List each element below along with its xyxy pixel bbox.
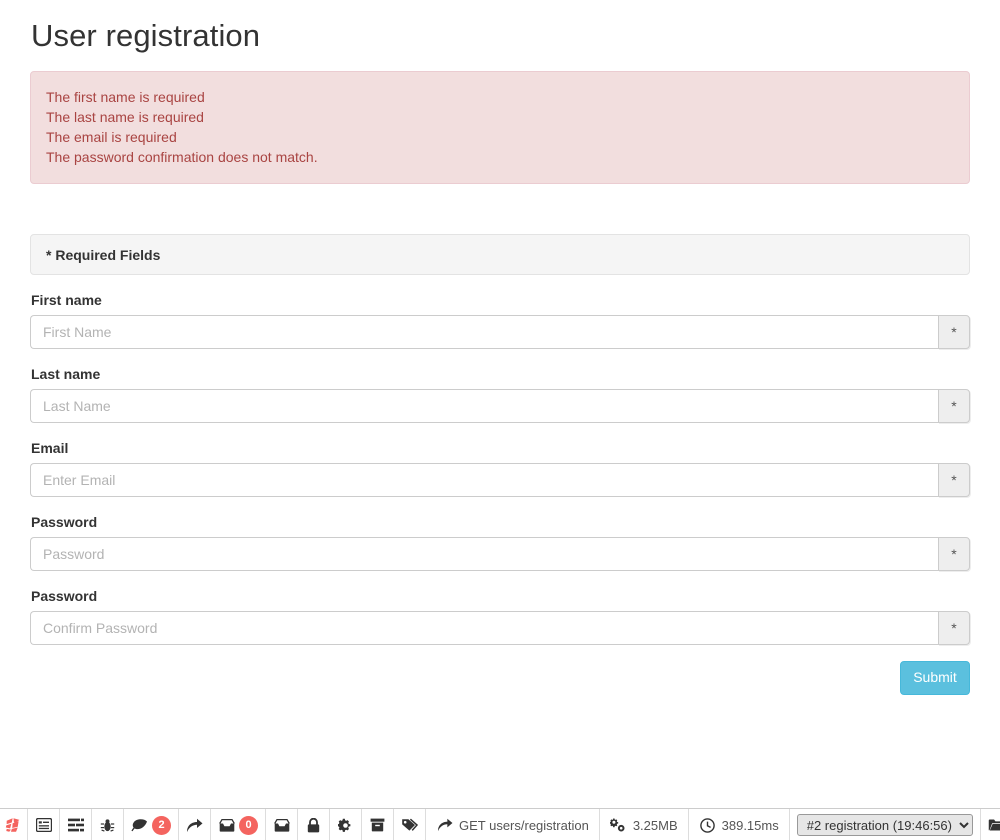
request-tab[interactable] xyxy=(394,809,426,840)
page-container: User registration The first name is requ… xyxy=(0,18,1000,696)
session-tab[interactable] xyxy=(362,809,394,840)
registration-form: First name * Last name * Email * xyxy=(30,290,970,696)
tags-icon xyxy=(401,817,418,834)
input-group-first-name: * xyxy=(30,315,970,350)
leaf-icon xyxy=(131,817,148,834)
submit-row: Submit xyxy=(30,661,970,696)
route-label: GET users/registration xyxy=(459,817,589,833)
gate-tab[interactable] xyxy=(330,809,362,840)
form-group-first-name: First name * xyxy=(30,290,970,350)
cogs-icon xyxy=(610,817,627,834)
inbox-icon xyxy=(218,817,235,834)
debugbar-logo-icon xyxy=(5,817,22,834)
archive-icon xyxy=(369,817,386,834)
views-badge: 2 xyxy=(152,815,171,835)
open-debugbar-button[interactable] xyxy=(981,809,1000,840)
label-email: Email xyxy=(31,440,69,457)
time-label: 389.15ms xyxy=(721,817,779,833)
tasks-icon xyxy=(67,817,84,834)
email-input[interactable] xyxy=(30,463,938,498)
route-tab[interactable] xyxy=(179,809,211,840)
form-group-confirm-password: Password * xyxy=(30,586,970,646)
required-asterisk-addon: * xyxy=(938,611,970,646)
input-group-password: * xyxy=(30,537,970,572)
inbox-icon xyxy=(273,817,290,834)
share-arrow-icon xyxy=(186,817,203,834)
lock-icon xyxy=(305,817,322,834)
memory-info[interactable]: 3.25MB xyxy=(600,809,689,840)
queries-tab[interactable]: 0 xyxy=(211,809,266,840)
auth-tab[interactable] xyxy=(298,809,330,840)
history-select-cell: #2 registration (19:46:56) xyxy=(790,809,981,840)
exceptions-tab[interactable] xyxy=(92,809,124,840)
validation-error-alert: The first name is required The last name… xyxy=(30,71,970,185)
required-asterisk-addon: * xyxy=(938,389,970,424)
last-name-input[interactable] xyxy=(30,389,938,424)
label-confirm-password: Password xyxy=(31,588,98,605)
mails-tab[interactable] xyxy=(266,809,298,840)
time-info[interactable]: 389.15ms xyxy=(689,809,790,840)
label-password: Password xyxy=(31,514,98,531)
timeline-tab[interactable] xyxy=(60,809,92,840)
required-asterisk-addon: * xyxy=(938,537,970,572)
messages-tab[interactable] xyxy=(28,809,60,840)
list-icon xyxy=(35,817,52,834)
queries-badge: 0 xyxy=(239,815,258,835)
gear-icon xyxy=(337,817,354,834)
submit-button[interactable]: Submit xyxy=(900,661,970,696)
form-group-email: Email * xyxy=(30,438,970,498)
required-fields-header: * Required Fields xyxy=(30,234,970,276)
required-asterisk-addon: * xyxy=(938,315,970,350)
required-fields-label: * Required Fields xyxy=(46,246,161,263)
error-message: The email is required xyxy=(46,129,177,146)
first-name-input[interactable] xyxy=(30,315,938,350)
open-folder-icon xyxy=(988,817,1000,834)
error-message: The last name is required xyxy=(46,109,204,126)
registration-page: User registration The first name is requ… xyxy=(0,0,1000,840)
page-title: User registration xyxy=(31,18,261,53)
request-history-select[interactable]: #2 registration (19:46:56) xyxy=(796,814,973,836)
label-last-name: Last name xyxy=(31,366,101,383)
bug-icon xyxy=(99,817,116,834)
input-group-last-name: * xyxy=(30,389,970,424)
error-message: The password confirmation does not match… xyxy=(46,149,318,166)
route-info[interactable]: GET users/registration xyxy=(426,809,600,840)
form-group-last-name: Last name * xyxy=(30,364,970,424)
input-group-confirm-password: * xyxy=(30,611,970,646)
form-group-password: Password * xyxy=(30,512,970,572)
clock-icon xyxy=(699,817,716,834)
confirm-password-input[interactable] xyxy=(30,611,938,646)
label-first-name: First name xyxy=(31,292,102,309)
views-tab[interactable]: 2 xyxy=(124,809,179,840)
password-input[interactable] xyxy=(30,537,938,572)
share-arrow-icon xyxy=(436,817,453,834)
debug-toolbar: 2 0 GET users/registration 3.25MB 389.15… xyxy=(0,808,1000,840)
debugbar-logo-button[interactable] xyxy=(0,809,28,840)
required-asterisk-addon: * xyxy=(938,463,970,498)
error-message: The first name is required xyxy=(46,89,205,106)
input-group-email: * xyxy=(30,463,970,498)
memory-label: 3.25MB xyxy=(632,817,678,833)
